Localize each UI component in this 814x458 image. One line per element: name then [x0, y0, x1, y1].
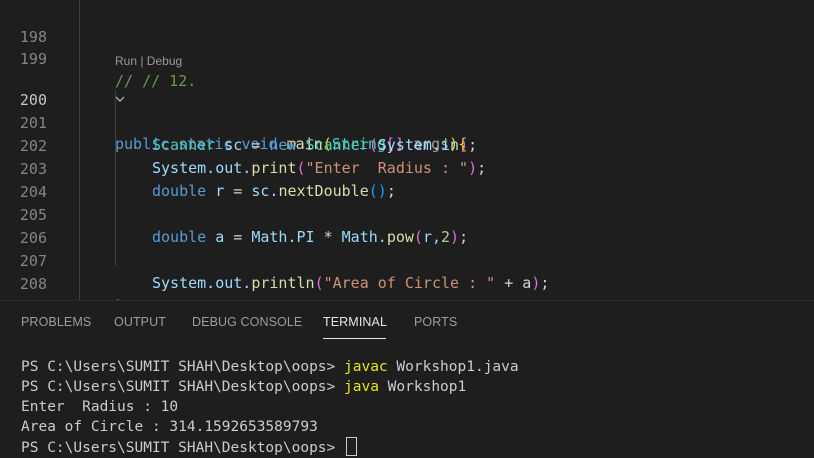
terminal-cursor: [346, 437, 358, 456]
code-editor[interactable]: 198 199 // // 12. Run | Debug 200 public…: [0, 0, 814, 316]
terminal-args: Workshop1: [378, 379, 467, 395]
code-line[interactable]: 203 double r = sc.nextDouble();: [0, 136, 814, 200]
tab-problems[interactable]: PROBLEMS: [21, 315, 91, 329]
terminal-output: Enter Radius : 10: [21, 399, 179, 415]
terminal-command: javac: [344, 359, 388, 375]
terminal-line: PS C:\Users\SUMIT SHAH\Desktop\oops>: [21, 437, 358, 458]
tab-terminal[interactable]: TERMINAL: [323, 315, 387, 329]
code-line[interactable]: 205 double a = Math.PI * Math.pow(r,2);: [0, 182, 814, 246]
active-tab-indicator: [323, 338, 386, 339]
code-line[interactable]: 209: [0, 274, 814, 316]
terminal-args: Workshop1.java: [387, 359, 519, 375]
terminal-command: java: [344, 379, 379, 395]
code-line[interactable]: 206: [0, 205, 814, 247]
code-line[interactable]: 204: [0, 159, 814, 201]
bottom-panel: PROBLEMS OUTPUT DEBUG CONSOLE TERMINAL P…: [0, 300, 814, 458]
code-line[interactable]: 199 // // 12.: [0, 26, 814, 90]
chevron-down-icon[interactable]: [60, 67, 125, 102]
tab-ports[interactable]: PORTS: [414, 315, 457, 329]
tab-output[interactable]: OUTPUT: [114, 315, 166, 329]
code-line[interactable]: 201 Scanner sc = new Scanner(System.in);: [0, 90, 814, 154]
terminal-prompt: PS C:\Users\SUMIT SHAH\Desktop\oops>: [21, 359, 345, 375]
code-line[interactable]: 200 public static void main(String[] arg…: [0, 67, 814, 153]
terminal-line: PS C:\Users\SUMIT SHAH\Desktop\oops> jav…: [21, 357, 519, 377]
code-line[interactable]: 198: [0, 4, 814, 46]
code-line[interactable]: 208 }: [0, 251, 814, 315]
terminal-prompt: PS C:\Users\SUMIT SHAH\Desktop\oops>: [21, 379, 345, 395]
tab-debug-console[interactable]: DEBUG CONSOLE: [192, 315, 302, 329]
code-line[interactable]: 202 System.out.print("Enter Radius : ");: [0, 113, 814, 177]
terminal-output: Area of Circle : 314.1592653589793: [21, 419, 318, 435]
terminal-prompt: PS C:\Users\SUMIT SHAH\Desktop\oops>: [21, 440, 345, 456]
terminal-line: PS C:\Users\SUMIT SHAH\Desktop\oops> jav…: [21, 377, 466, 397]
code-line[interactable]: 207 System.out.println("Area of Circle :…: [0, 228, 814, 292]
